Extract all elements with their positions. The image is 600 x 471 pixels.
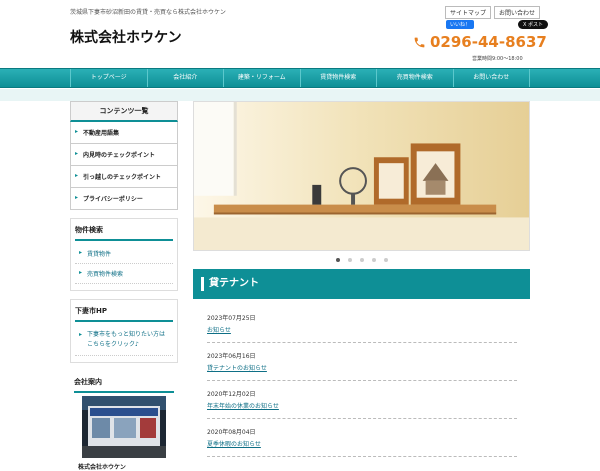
news-item: 2020年08月04日 夏季休暇のお知らせ (207, 423, 517, 457)
contact-link[interactable]: お問い合わせ (494, 6, 541, 19)
site-logo[interactable]: 株式会社ホウケン (70, 27, 182, 47)
slider-dot[interactable] (359, 258, 364, 262)
city-link[interactable]: 下妻市をもっと知りたい方はこちらをクリック♪ (75, 325, 173, 356)
news-list: 2023年07月25日 お知らせ 2023年06月16日 貸テナントのお知らせ … (207, 309, 517, 461)
news-item: 2023年06月16日 貸テナントのお知らせ (207, 347, 517, 381)
phone-number[interactable]: 0296-44-8637 (430, 33, 547, 51)
site-tagline: 茨城県下妻市砂沼新田の賃貸・売買なら株式会社ホウケン (70, 9, 226, 16)
news-link[interactable]: 年末年始の休業のお知らせ (207, 401, 517, 410)
news-link[interactable]: 夏季休暇のお知らせ (207, 439, 517, 448)
company-heading: 会社案内 (74, 377, 174, 393)
property-search-heading: 物件検索 (75, 225, 173, 241)
hero-slider-image[interactable] (193, 101, 530, 251)
site-header: 茨城県下妻市砂沼新田の賃貸・売買なら株式会社ホウケン 株式会社ホウケン サイトマ… (0, 0, 600, 68)
utility-links: サイトマップ お問い合わせ (445, 6, 541, 19)
sidebar-item-privacy[interactable]: プライバシーポリシー (71, 188, 177, 210)
phone-contact: 0296-44-8637 (413, 33, 547, 51)
news-date: 2020年12月02日 (207, 391, 256, 398)
sidebar-item-glossary[interactable]: 不動産用語集 (71, 122, 177, 144)
slider-dot[interactable] (371, 258, 376, 262)
nav-band (0, 89, 600, 101)
nav-contact[interactable]: お問い合わせ (452, 69, 530, 87)
news-date: 2020年08月04日 (207, 429, 256, 436)
slider-dot[interactable] (347, 258, 352, 262)
facebook-like-button[interactable]: いいね！ (446, 20, 475, 29)
main-nav: トップページ 会社紹介 建築・リフォーム 賃貸物件検索 売買物件検索 お問い合わ… (0, 68, 600, 88)
sitemap-link[interactable]: サイトマップ (445, 6, 492, 19)
x-post-button[interactable]: X ポスト (518, 20, 549, 29)
business-hours: 営業時間9:00～18:00 (472, 56, 523, 62)
news-item: 2023年07月25日 お知らせ (207, 309, 517, 343)
news-date: 2023年07月25日 (207, 315, 256, 322)
slider-dot[interactable] (383, 258, 388, 262)
slider-dots (193, 258, 530, 262)
news-date: 2023年06月16日 (207, 353, 256, 360)
sidebar: コンテンツ一覧 不動産用語集 内見時のチェックポイント 引っ越しのチェックポイン… (70, 101, 178, 471)
section-title: 貸テナント (193, 269, 530, 299)
phone-icon (414, 37, 425, 47)
office-photo (82, 396, 166, 458)
nav-top[interactable]: トップページ (70, 69, 147, 87)
sidebar-item-moving-checklist[interactable]: 引っ越しのチェックポイント (71, 166, 177, 188)
contents-list: 不動産用語集 内見時のチェックポイント 引っ越しのチェックポイント プライバシー… (70, 122, 178, 210)
sidebar-item-viewing-checklist[interactable]: 内見時のチェックポイント (71, 144, 177, 166)
news-item: 2020年12月02日 年末年始の休業のお知らせ (207, 385, 517, 419)
news-link[interactable]: 貸テナントのお知らせ (207, 363, 517, 372)
property-search-section: 物件検索 賃貸物件 売買物件検索 (70, 218, 178, 291)
city-section: 下妻市HP 下妻市をもっと知りたい方はこちらをクリック♪ (70, 299, 178, 363)
sale-property-link[interactable]: 売買物件検索 (75, 264, 173, 284)
nav-sale-search[interactable]: 売買物件検索 (376, 69, 453, 87)
rental-property-link[interactable]: 賃貸物件 (75, 244, 173, 264)
social-buttons: いいね！ X ポスト (446, 20, 549, 29)
main-content: 貸テナント 2023年07月25日 お知らせ 2023年06月16日 貸テナント… (193, 101, 530, 457)
nav-rental-search[interactable]: 賃貸物件検索 (299, 69, 377, 87)
nav-company[interactable]: 会社紹介 (146, 69, 224, 87)
company-name: 株式会社ホウケン (78, 464, 126, 471)
news-link[interactable]: お知らせ (207, 325, 517, 334)
company-section: 会社案内 株式会社ホウケン (70, 371, 178, 471)
nav-construction[interactable]: 建築・リフォーム (223, 69, 300, 87)
city-heading: 下妻市HP (75, 306, 173, 322)
slider-dot[interactable] (335, 258, 340, 262)
contents-title: コンテンツ一覧 (70, 101, 178, 122)
